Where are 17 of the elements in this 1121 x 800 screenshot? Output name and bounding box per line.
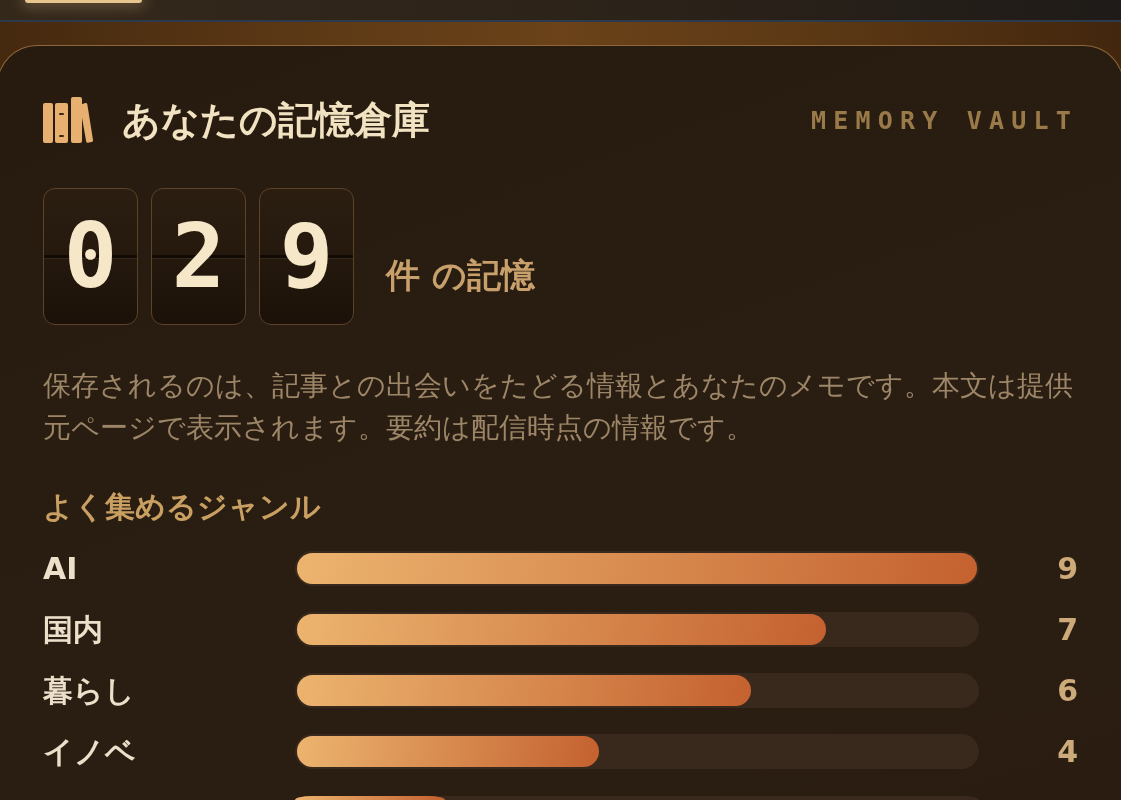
genre-label: AI <box>43 549 78 588</box>
genre-count: 4 <box>1057 732 1078 771</box>
counter-unit: 件 の記憶 <box>386 255 535 295</box>
genre-count: 9 <box>1057 549 1078 588</box>
section-heading: よく集めるジャンル <box>43 488 322 526</box>
vault-title: あなたの記憶倉庫 <box>122 97 430 143</box>
genre-label: 暮らし <box>43 671 135 710</box>
genre-count: 6 <box>1057 671 1078 710</box>
flip-digit: 0 <box>43 188 138 325</box>
vault-subtitle: MEMORY VAULT <box>811 105 1078 135</box>
books-icon <box>43 97 93 143</box>
flip-digit: 2 <box>151 188 246 325</box>
description-text: 保存されるのは、記事との出会いをたどる情報とあなたのメモです。本文は提供元ページで表示されます。要約は配信時点の情報です。 <box>43 368 1074 446</box>
flip-digit: 9 <box>259 188 354 325</box>
genre-count: 7 <box>1057 610 1078 649</box>
genre-label: 国内 <box>43 610 103 649</box>
genre-label: イノベ <box>43 732 136 771</box>
